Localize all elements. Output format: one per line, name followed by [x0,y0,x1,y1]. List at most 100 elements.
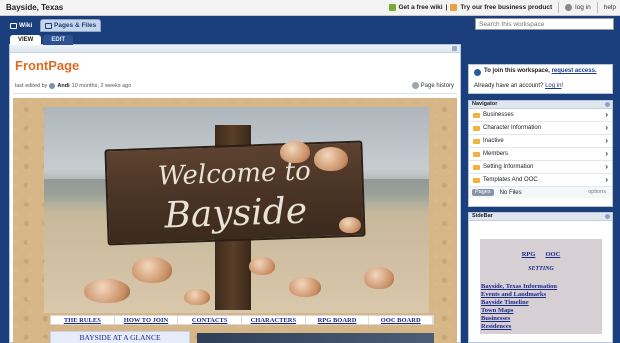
join-login-link[interactable]: Log in [545,83,561,89]
folder-icon [473,138,480,144]
page-title: FrontPage [15,58,80,73]
nav-folder-label: Setting Information [483,164,534,170]
navigator-header: Navigator [469,101,612,109]
business-icon [450,4,458,11]
pages-files-row: Pages No Files options [469,187,612,198]
shell-decoration [289,277,321,297]
nav-link-row: THE RULES HOW TO JOIN CONTACTS CHARACTER… [50,315,434,325]
join-prefix: To join this workspace, [484,68,550,74]
link-how-to-join[interactable]: HOW TO JOIN [115,316,179,324]
chevron-right-icon: › [605,123,608,132]
free-wiki-link[interactable]: Get a free wiki [399,4,443,11]
sidebar-title: SideBar [472,213,493,219]
search-input[interactable] [475,18,614,30]
sidebar-link[interactable]: Businesses [481,315,557,323]
main-panel: VIEW EDIT FrontPage last edited by Andi … [9,35,461,343]
glance-image [197,333,434,343]
chevron-right-icon: › [605,136,608,145]
nav-folder-businesses[interactable]: Businesses › [469,109,612,122]
business-link[interactable]: Try our free business product [460,4,552,11]
nav-folder-character-information[interactable]: Character Information › [469,122,612,135]
page-history-button[interactable]: Page history [411,82,454,89]
chevron-right-icon: › [605,162,608,171]
folder-icon [473,177,480,183]
collapse-icon[interactable] [605,214,610,219]
nav-folder-label: Character Information [483,125,542,131]
sidebar-setting-heading: SETTING [528,266,554,272]
user-icon [49,83,56,89]
folder-icon [473,112,480,118]
top-separator: | [445,4,448,11]
top-bar: Bayside, Texas Get a free wiki | Try our… [0,0,620,16]
sidebar-top-links: RPG OOC [480,251,602,258]
pages-icon [45,22,52,29]
user-icon [565,4,573,11]
sidebar-link[interactable]: Residences [481,323,557,331]
page-toolbar [10,45,460,53]
nav-folder-label: Businesses [483,112,514,118]
nav-folder-label: Templates And OOC [483,177,538,183]
already-account: Already have an account? Log in! [474,83,563,89]
collapse-icon[interactable] [605,102,610,107]
options-link[interactable]: options [588,189,606,195]
sidebar-link-rpg[interactable]: RPG [522,251,536,258]
welcome-banner-image: Welcome to Bayside [44,107,429,313]
link-characters[interactable]: CHARACTERS [242,316,306,324]
link-ooc-board[interactable]: OOC BOARD [369,316,434,324]
collapse-icon[interactable] [452,46,457,51]
sidebar-link-ooc[interactable]: OOC [545,251,560,258]
nav-folder-label: Members [483,151,509,157]
shell-decoration [280,141,310,163]
join-exclaim: ! [561,83,564,89]
nav-pages-label: Pages & Files [54,22,97,29]
already-text: Already have an account? [474,83,544,89]
request-access-link[interactable]: request access. [552,68,597,74]
pages-tag[interactable]: Pages [472,189,494,196]
chevron-right-icon: › [605,175,608,184]
glance-heading: BAYSIDE AT A GLANCE [50,331,190,343]
tab-edit[interactable]: EDIT [43,35,74,45]
link-rules[interactable]: THE RULES [51,316,115,324]
help-link[interactable]: help [604,4,616,11]
divider [13,93,457,94]
page-history-label: Page history [420,82,454,89]
sidebar-panel: SideBar RPG OOC SETTING Bayside, Texas In… [468,212,613,343]
workspace-title[interactable]: Bayside, Texas [6,3,63,12]
folder-icon [473,125,480,131]
join-info-icon [474,69,481,76]
link-contacts[interactable]: CONTACTS [178,316,243,324]
shell-decoration [339,217,361,233]
folder-icon [473,164,480,170]
tab-view[interactable]: VIEW [10,35,42,45]
nav-pages-files[interactable]: Pages & Files [40,19,102,32]
divider [558,2,560,13]
editor-link[interactable]: Andi [57,83,69,89]
sidebar-link[interactable]: Bayside Timeline [481,299,557,307]
edited-when: 10 months, 2 weeks ago [71,83,132,89]
edited-prefix: last edited by [15,83,48,89]
login-link[interactable]: log in [575,4,591,11]
nav-wiki-label: Wiki [19,22,33,29]
navigator-panel: Navigator Businesses › Character Informa… [468,100,613,207]
chevron-right-icon: › [605,149,608,158]
nav-folder-setting-information[interactable]: Setting Information › [469,161,612,174]
nav-folder-members[interactable]: Members › [469,148,612,161]
shell-decoration [364,267,394,289]
join-box: To join this workspace, request access. … [468,64,613,94]
wiki-badge-icon [388,4,396,11]
sidebar-link[interactable]: Town Maps [481,307,557,315]
shell-decoration [84,279,130,303]
sidebar-content: RPG OOC SETTING Bayside, Texas Informatio… [480,239,602,334]
nav-folder-templates-ooc[interactable]: Templates And OOC › [469,174,612,187]
sidebar-header: SideBar [469,213,612,221]
sidebar-link[interactable]: Events and Landmarks [481,291,557,299]
sidebar-link-list: Bayside, Texas Information Events and La… [481,283,557,331]
link-rpg-board[interactable]: RPG BOARD [306,316,370,324]
no-files-label: No Files [499,189,522,196]
sidebar-link[interactable]: Bayside, Texas Information [481,283,557,291]
shell-decoration [249,257,275,275]
nav-wiki[interactable]: Wiki [6,19,36,32]
edit-info: last edited by Andi 10 months, 2 weeks a… [15,83,131,89]
nav-folder-inactive[interactable]: Inactive › [469,135,612,148]
navigator-title: Navigator [472,101,498,107]
